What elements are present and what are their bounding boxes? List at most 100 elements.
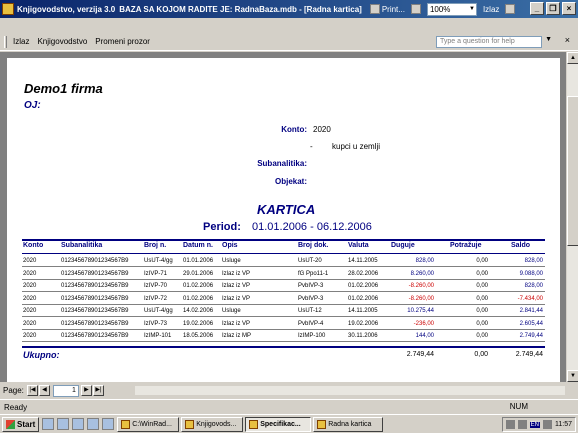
konto-dash: - bbox=[310, 142, 313, 151]
horizontal-scrollbar[interactable] bbox=[134, 385, 566, 396]
table-cell: 828,00 bbox=[415, 258, 434, 264]
taskbar-button-knjigovodstvo[interactable]: Knjigovods... bbox=[181, 416, 244, 432]
table-cell: PvbIVP-3 bbox=[298, 295, 324, 302]
table-cell: IzIMP-100 bbox=[298, 333, 326, 339]
table-cell: 18.05.2006 bbox=[183, 333, 214, 339]
close-report-button[interactable]: Izlaz bbox=[481, 2, 501, 16]
help-question-input[interactable]: Type a question for help bbox=[436, 36, 542, 48]
table-cell: 2020 bbox=[23, 308, 37, 314]
col-valuta: Valuta bbox=[348, 242, 369, 249]
scroll-up-icon[interactable]: ▲ bbox=[567, 52, 578, 64]
table-cell: 2.841,44 bbox=[519, 308, 543, 314]
first-page-icon[interactable]: |◀ bbox=[26, 385, 38, 396]
scroll-thumb[interactable] bbox=[567, 96, 578, 246]
taskbar-button-winrad[interactable]: C:\WinRad... bbox=[117, 416, 180, 432]
table-cell: fG Ppo11-1 bbox=[298, 270, 329, 277]
menu-knjigovodstvo[interactable]: Knjigovodstvo bbox=[37, 37, 87, 46]
total-rule bbox=[22, 346, 545, 348]
table-cell: 012345678901234567B9 bbox=[61, 270, 129, 277]
table-cell: 012345678901234567B9 bbox=[61, 295, 129, 302]
quicklaunch-mail-icon[interactable] bbox=[57, 418, 70, 430]
table-cell: UsUT-4/gg bbox=[144, 308, 173, 314]
num-lock-indicator: NUM bbox=[509, 402, 528, 411]
tray-app-icon[interactable] bbox=[505, 420, 515, 429]
table-cell: Izlaz iz VP bbox=[222, 270, 251, 277]
table-row: 2020 012345678901234567B9 UsUT-4/gg 14.02.2… bbox=[22, 306, 545, 317]
clock: 11:57 bbox=[555, 421, 572, 428]
quicklaunch-office-icon[interactable] bbox=[102, 418, 115, 430]
col-potrazuje: Potražuje bbox=[450, 242, 482, 249]
quicklaunch-desktop-icon[interactable] bbox=[72, 418, 85, 430]
view-button[interactable] bbox=[503, 2, 519, 16]
vertical-scrollbar[interactable]: ▲ ▼ bbox=[566, 52, 578, 382]
total-saldo: 2.749,44 bbox=[515, 351, 543, 358]
menu-izlaz[interactable]: Izlaz bbox=[13, 37, 29, 46]
app-icon bbox=[2, 3, 14, 15]
last-page-icon[interactable]: ▶| bbox=[92, 385, 104, 396]
chevron-down-icon[interactable]: ▼ bbox=[545, 36, 552, 43]
start-button[interactable]: Start bbox=[2, 416, 40, 432]
quicklaunch-app-icon[interactable] bbox=[87, 418, 100, 430]
table-cell: IzIVP-73 bbox=[144, 320, 168, 327]
table-row: 2020 012345678901234567B9 IzIVP-72 01.02.20… bbox=[22, 294, 545, 305]
table-cell: Usluge bbox=[222, 258, 241, 264]
table-cell: 0,00 bbox=[476, 283, 488, 289]
close-button[interactable]: × bbox=[562, 2, 576, 15]
taskbar-button-specifikacija[interactable]: Specifikac... bbox=[245, 416, 312, 432]
table-cell: 19.02.2006 bbox=[183, 320, 214, 327]
report-title: KARTICA bbox=[257, 202, 316, 217]
menu-promeni-prozor[interactable]: Promeni prozor bbox=[95, 37, 150, 46]
folder-icon bbox=[121, 419, 131, 429]
scroll-down-icon[interactable]: ▼ bbox=[567, 370, 578, 382]
prev-page-icon[interactable]: ◀ bbox=[38, 385, 50, 396]
table-cell: 2020 bbox=[23, 320, 37, 327]
table-cell: 01.02.2006 bbox=[183, 295, 214, 302]
table-row: 2020 012345678901234567B9 IzIMP-101 18.05.2… bbox=[22, 331, 545, 342]
table-cell: 2020 bbox=[23, 295, 37, 302]
table-cell: IzIVP-72 bbox=[144, 295, 168, 302]
table-cell: IzIVP-70 bbox=[144, 283, 168, 289]
period-value: 01.01.2006 - 06.12.2006 bbox=[252, 221, 372, 233]
printer-icon bbox=[369, 4, 380, 14]
doc-close-icon[interactable]: × bbox=[565, 35, 570, 45]
system-tray: EN 11:57 bbox=[501, 417, 576, 432]
taskbar-button-radna-kartica[interactable]: Radna kartica bbox=[313, 416, 384, 432]
table-row: 2020 012345678901234567B9 IzIVP-73 19.02.20… bbox=[22, 319, 545, 330]
table-cell: 828,00 bbox=[524, 283, 543, 289]
view-icon bbox=[505, 4, 516, 14]
next-page-icon[interactable]: ▶ bbox=[80, 385, 92, 396]
zoom-select[interactable]: 100% bbox=[426, 2, 477, 16]
table-cell: -7.434,00 bbox=[517, 295, 543, 302]
col-opis: Opis bbox=[222, 242, 238, 249]
table-row: 2020 012345678901234567B9 IzIVP-71 29.01.20… bbox=[22, 269, 545, 280]
app-title: Knjigovodstvo, verzija 3.0 bbox=[17, 4, 116, 14]
table-cell: 01.02.2006 bbox=[183, 283, 214, 289]
table-cell: PvbIVP-3 bbox=[298, 283, 324, 289]
table-cell: 2.605,44 bbox=[519, 320, 543, 327]
table-cell: IzIMP-101 bbox=[144, 333, 172, 339]
report-icon bbox=[249, 419, 259, 429]
quicklaunch-browser-icon[interactable] bbox=[42, 418, 55, 430]
language-indicator[interactable]: EN bbox=[529, 421, 540, 428]
table-cell: 012345678901234567B9 bbox=[61, 320, 129, 327]
header-top-rule bbox=[22, 239, 545, 241]
print-button[interactable]: Print... bbox=[368, 2, 407, 16]
table-cell: 01.01.2006 bbox=[183, 258, 214, 264]
total-duguje: 2.749,44 bbox=[406, 351, 434, 358]
restore-button[interactable]: ❐ bbox=[546, 2, 560, 15]
table-cell: 9.088,00 bbox=[519, 270, 543, 277]
status-text: Ready bbox=[4, 402, 28, 412]
tray-volume-icon[interactable] bbox=[543, 420, 552, 429]
minimize-button[interactable]: _ bbox=[530, 2, 544, 15]
col-subanalitika: Subanalitika bbox=[61, 242, 103, 249]
page-number-input[interactable]: 1 bbox=[52, 384, 79, 397]
table-cell: 0,00 bbox=[476, 270, 488, 277]
db-info: BAZA SA KOJOM RADITE JE: RadnaBaza.mdb -… bbox=[119, 4, 362, 14]
objekat-label: Objekat: bbox=[274, 177, 307, 186]
tray-network-icon[interactable] bbox=[517, 420, 527, 429]
zoom-icon-button[interactable] bbox=[409, 2, 425, 16]
table-cell: 2020 bbox=[23, 283, 37, 289]
table-cell: 828,00 bbox=[524, 258, 543, 264]
col-broj-dok: Broj dok. bbox=[298, 242, 329, 249]
table-cell: Izlaz iz MP bbox=[222, 333, 252, 339]
